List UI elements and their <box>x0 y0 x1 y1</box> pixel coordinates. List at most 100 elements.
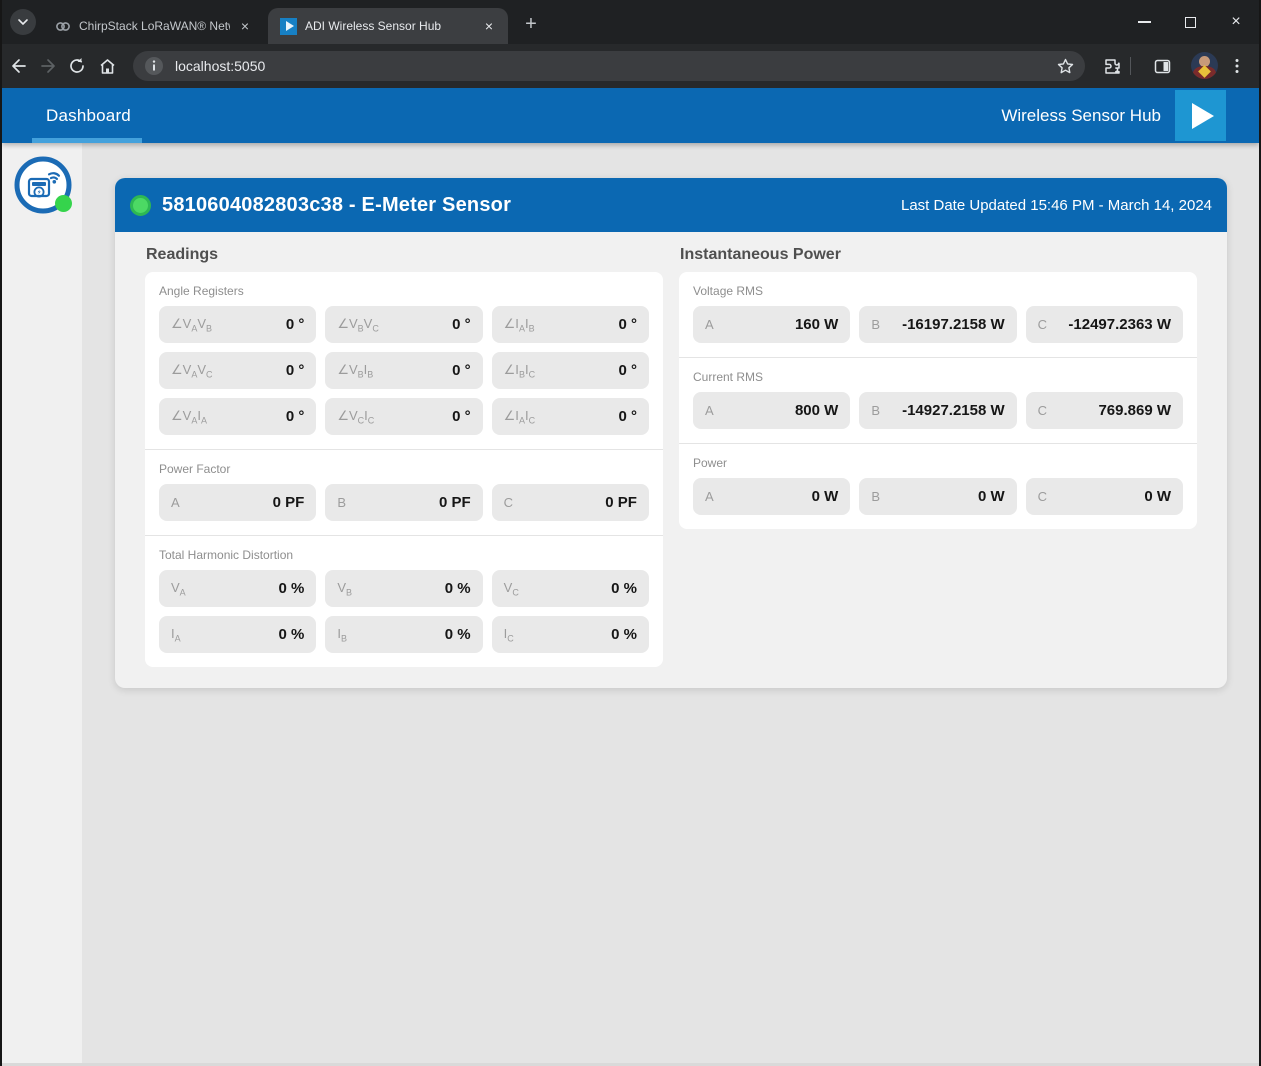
field-value: 0 ° <box>452 408 471 425</box>
field-value: 0 % <box>611 580 637 597</box>
field-label: B <box>337 495 346 510</box>
field-label: A <box>705 403 714 418</box>
field-label: C <box>1038 317 1047 332</box>
toolbar-separator <box>1130 57 1131 75</box>
reading-field: A 0 PF <box>159 484 316 521</box>
reading-group: Current RMSA800 WB-14927.2158 WC769.869 … <box>679 357 1197 443</box>
field-grid: A800 WB-14927.2158 WC769.869 W <box>693 392 1183 429</box>
tab-title: ADI Wireless Sensor Hub <box>305 19 474 33</box>
field-label: B <box>871 403 880 418</box>
reading-field: A0 W <box>693 478 850 515</box>
sensor-card: 5810604082803c38 - E-Meter Sensor Last D… <box>115 178 1227 688</box>
reading-field: VA0 % <box>159 570 316 607</box>
group-label: Power Factor <box>159 462 649 476</box>
close-button[interactable]: × <box>1213 0 1259 44</box>
field-value: 769.869 W <box>1098 402 1171 419</box>
reading-field: B-16197.2158 W <box>859 306 1016 343</box>
reading-field: ∠VAIA0 ° <box>159 398 316 435</box>
field-label: IA <box>171 626 181 644</box>
reading-field: ∠IAIC 0 ° <box>492 398 649 435</box>
nav-item-dashboard[interactable]: Dashboard <box>46 88 131 143</box>
field-label: ∠VBIB <box>337 362 373 380</box>
field-label: IB <box>337 626 347 644</box>
field-label: VC <box>504 580 519 598</box>
instantaneous-power-column: Instantaneous Power Voltage RMSA160 WB-1… <box>679 246 1197 529</box>
reading-field: B -14927.2158 W <box>859 392 1016 429</box>
field-label: VA <box>171 580 186 598</box>
tab-close-icon[interactable]: × <box>236 17 254 35</box>
field-value: 0 ° <box>618 408 637 425</box>
side-panel-button[interactable] <box>1148 52 1176 80</box>
tab-search-button[interactable] <box>10 9 36 35</box>
reload-button[interactable] <box>63 52 91 80</box>
reading-group: Power Factor A 0 PF B0 PF C0 PF <box>145 449 663 535</box>
field-label: ∠VBVC <box>337 316 379 334</box>
sidebar-item-emeter-sensor[interactable] <box>13 155 73 215</box>
adi-logo-icon[interactable] <box>1175 90 1226 141</box>
reading-field: A160 W <box>693 306 850 343</box>
reading-field: ∠VCIC 0 ° <box>325 398 482 435</box>
field-value: 0 ° <box>286 362 305 379</box>
minimize-button[interactable] <box>1121 0 1167 44</box>
back-button[interactable] <box>5 52 33 80</box>
field-value: 0 % <box>445 626 471 643</box>
field-grid: A 0 PF B0 PF C0 PF <box>159 484 649 521</box>
reading-field: VB0 % <box>325 570 482 607</box>
instantaneous-power-panel: Voltage RMSA160 WB-16197.2158 WC-12497.2… <box>679 272 1197 529</box>
field-label: ∠IAIC <box>504 408 535 426</box>
reading-field: C0 PF <box>492 484 649 521</box>
site-info-icon <box>143 55 165 77</box>
field-label: A <box>705 317 714 332</box>
field-grid: A0 WB0 WC0 W <box>693 478 1183 515</box>
extensions-button[interactable] <box>1098 52 1126 80</box>
reading-field: B0 PF <box>325 484 482 521</box>
browser-menu-button[interactable] <box>1223 52 1251 80</box>
window-border-left <box>0 0 2 1066</box>
reading-field: ∠IBIC0 ° <box>492 352 649 389</box>
field-value: -14927.2158 W <box>902 402 1005 419</box>
field-label: ∠IBIC <box>504 362 535 380</box>
group-label: Voltage RMS <box>693 284 1183 298</box>
field-label: IC <box>504 626 514 644</box>
tab-adi-wireless-sensor-hub[interactable]: ADI Wireless Sensor Hub × <box>268 8 508 44</box>
field-label: A <box>171 495 180 510</box>
sidebar <box>2 143 82 1063</box>
reading-field: ∠VAVC0 ° <box>159 352 316 389</box>
app-body: 5810604082803c38 - E-Meter Sensor Last D… <box>2 143 1259 1063</box>
minimize-icon <box>1138 21 1151 23</box>
forward-button[interactable] <box>34 52 62 80</box>
address-bar[interactable]: localhost:5050 <box>133 51 1085 81</box>
url-text[interactable]: localhost:5050 <box>175 58 1056 74</box>
sensor-card-header: 5810604082803c38 - E-Meter Sensor Last D… <box>115 178 1227 232</box>
reading-field: C769.869 W <box>1026 392 1183 429</box>
field-label: ∠VCIC <box>337 408 374 426</box>
tab-chirpstack[interactable]: ChirpStack LoRaWAN® Networ × <box>42 8 264 44</box>
back-icon <box>10 57 28 75</box>
group-label: Power <box>693 456 1183 470</box>
field-value: 0 W <box>1144 488 1171 505</box>
reading-group: Total Harmonic DistortionVA0 %VB0 %VC0 %… <box>145 535 663 667</box>
field-label: C <box>504 495 513 510</box>
reading-group: Voltage RMS A160 WB-16197.2158 W C -12497.2… <box>679 272 1197 357</box>
field-value: -16197.2158 W <box>902 316 1005 333</box>
extensions-puzzle-icon <box>1103 57 1122 76</box>
reading-field: ∠VBIB0 ° <box>325 352 482 389</box>
profile-avatar[interactable] <box>1191 52 1218 79</box>
active-nav-underline <box>32 138 142 143</box>
bookmark-star-icon[interactable] <box>1056 57 1075 76</box>
field-value: 0 PF <box>273 494 305 511</box>
last-updated-text: Last Date Updated 15:46 PM - March 14, 2… <box>901 197 1212 214</box>
reading-field: VC 0 % <box>492 570 649 607</box>
browser-titlebar: ChirpStack LoRaWAN® Networ × ADI Wireles… <box>0 0 1261 44</box>
tab-close-icon[interactable]: × <box>480 17 498 35</box>
new-tab-button[interactable]: + <box>518 11 544 37</box>
maximize-button[interactable] <box>1167 0 1213 44</box>
reading-field: C0 W <box>1026 478 1183 515</box>
forward-icon <box>39 57 57 75</box>
field-value: -12497.2363 W <box>1068 316 1171 333</box>
kebab-menu-icon <box>1228 57 1246 75</box>
home-button[interactable] <box>93 52 121 80</box>
group-label: Total Harmonic Distortion <box>159 548 649 562</box>
tab-title: ChirpStack LoRaWAN® Networ <box>79 19 230 33</box>
field-value: 0 W <box>978 488 1005 505</box>
